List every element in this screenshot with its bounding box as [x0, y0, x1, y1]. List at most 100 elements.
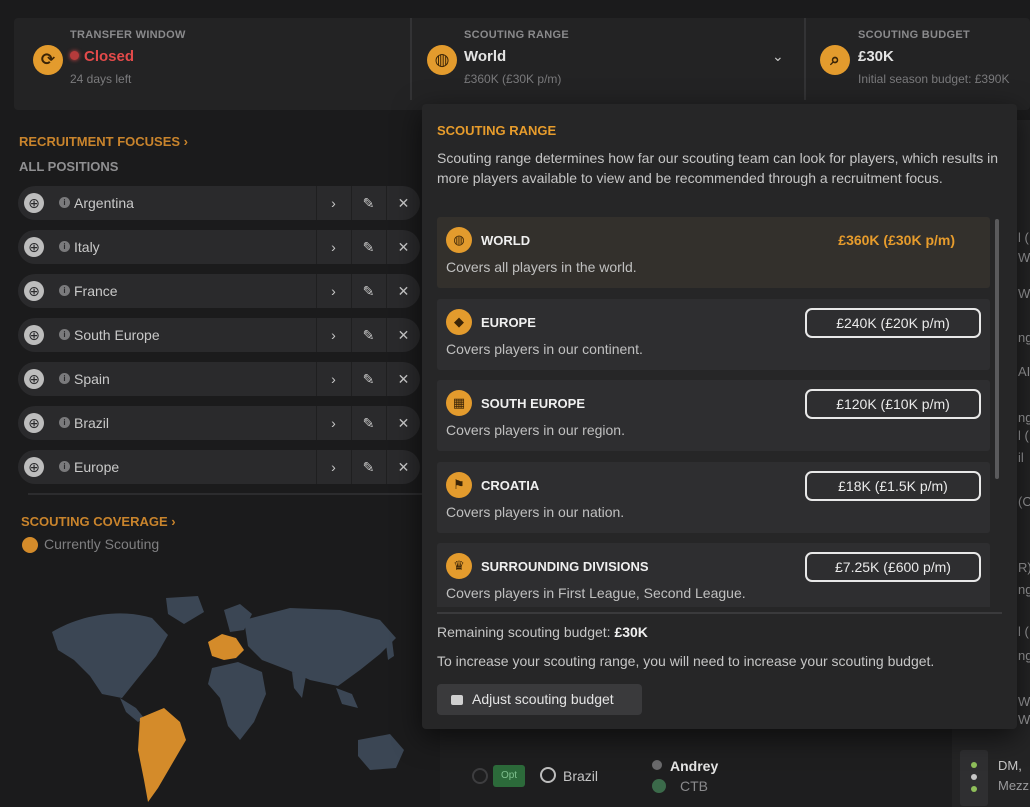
- player-name[interactable]: Andrey: [670, 758, 718, 774]
- transfer-window-status: Closed: [70, 48, 134, 65]
- column-text-fragment: ng: [1018, 330, 1030, 345]
- column-text-fragment: l (: [1018, 230, 1029, 245]
- close-icon[interactable]: ✕: [386, 406, 420, 440]
- chevron-right-icon[interactable]: ›: [316, 274, 350, 308]
- focus-row[interactable]: ⊕ i France › ✎ ✕: [18, 274, 420, 308]
- scouting-range-card[interactable]: ◍ SCOUTING RANGE World £360K (£30K p/m) …: [418, 18, 796, 110]
- recruitment-focuses-link[interactable]: RECRUITMENT FOCUSES ›: [19, 134, 188, 149]
- remaining-budget: Remaining scouting budget: £30K: [437, 624, 648, 640]
- select-range-button[interactable]: £120K (£10K p/m): [805, 389, 981, 419]
- column-text-fragment: (C: [1018, 494, 1030, 509]
- select-range-button[interactable]: £7.25K (£600 p/m): [805, 552, 981, 582]
- formation-icon: [960, 750, 988, 806]
- column-text-fragment: R): [1018, 560, 1030, 575]
- all-positions-label: ALL POSITIONS: [19, 159, 119, 174]
- range-option-card[interactable]: ♛ SURROUNDING DIVISIONS Covers players in …: [437, 543, 990, 607]
- chevron-right-icon[interactable]: ›: [316, 230, 350, 264]
- africa: [208, 662, 266, 740]
- info-icon[interactable]: i: [59, 329, 70, 340]
- focus-row[interactable]: ⊕ i Brazil › ✎ ✕: [18, 406, 420, 440]
- range-options-list[interactable]: ◍ WORLD Covers all players in the world. £3…: [437, 217, 990, 607]
- popup-title: SCOUTING RANGE: [437, 123, 557, 138]
- close-icon[interactable]: ✕: [386, 230, 420, 264]
- range-option-card[interactable]: ▦ SOUTH EUROPE Covers players in our regio…: [437, 380, 990, 451]
- scrollbar[interactable]: [995, 219, 999, 479]
- column-text-fragment: l (: [1018, 624, 1029, 639]
- top-info-bar: ⟳ TRANSFER WINDOW Closed 24 days left ◍ …: [14, 18, 1030, 110]
- north-america: [52, 613, 168, 698]
- popup-divider: [437, 612, 1002, 614]
- southeast-asia: [336, 688, 358, 708]
- focus-row[interactable]: ⊕ i Europe › ✎ ✕: [18, 450, 420, 484]
- pencil-icon[interactable]: ✎: [351, 362, 385, 396]
- close-icon[interactable]: ✕: [386, 450, 420, 484]
- focus-row[interactable]: ⊕ i Argentina › ✎ ✕: [18, 186, 420, 220]
- range-option-name: SURROUNDING DIVISIONS: [481, 559, 649, 574]
- chevron-right-icon[interactable]: ›: [316, 318, 350, 352]
- chevron-right-icon[interactable]: ›: [316, 406, 350, 440]
- adjust-budget-button[interactable]: Adjust scouting budget: [437, 684, 642, 715]
- flag-icon: ⚑: [446, 471, 472, 498]
- chevron-right-icon[interactable]: ›: [316, 450, 350, 484]
- india: [292, 672, 306, 698]
- south-america-scouted: [138, 708, 186, 802]
- column-text-fragment: il: [1018, 450, 1024, 465]
- focus-label: Brazil: [74, 415, 110, 431]
- recruitment-panel: RECRUITMENT FOCUSES › ALL POSITIONS ⊕ i Ar…: [0, 120, 440, 807]
- target-icon: ⊕: [24, 237, 44, 257]
- range-option-card[interactable]: ◆ EUROPE Covers players in our continent. £…: [437, 298, 990, 370]
- select-range-button[interactable]: £240K (£20K p/m): [805, 307, 981, 338]
- range-option-desc: Covers players in our continent.: [446, 340, 643, 357]
- pencil-icon[interactable]: ✎: [351, 274, 385, 308]
- chevron-right-icon[interactable]: ›: [316, 362, 350, 396]
- globe-icon: ◍: [427, 45, 457, 75]
- chevron-down-icon[interactable]: ⌄: [772, 48, 784, 65]
- pencil-icon[interactable]: ✎: [351, 230, 385, 264]
- pencil-icon[interactable]: ✎: [351, 186, 385, 220]
- person-icon: [652, 760, 662, 770]
- transfer-window-card: ⟳ TRANSFER WINDOW Closed 24 days left: [14, 18, 410, 110]
- budget-note: To increase your scouting range, you wil…: [437, 653, 935, 669]
- select-range-button[interactable]: £18K (£1.5K p/m): [805, 470, 981, 501]
- target-icon: ⊕: [24, 369, 44, 389]
- close-icon[interactable]: ✕: [386, 362, 420, 396]
- australia: [358, 734, 404, 770]
- continent-icon: ◆: [446, 308, 472, 335]
- check-icon[interactable]: [472, 768, 488, 784]
- info-icon[interactable]: i: [59, 461, 70, 472]
- focus-row[interactable]: ⊕ i South Europe › ✎ ✕: [18, 318, 420, 352]
- range-option-card[interactable]: ⚑ CROATIA Covers players in our nation. £18…: [437, 461, 990, 533]
- scouting-range-cost: £360K (£30K p/m): [464, 72, 562, 86]
- status-dot-icon: [70, 51, 79, 60]
- focus-label: France: [74, 283, 118, 299]
- info-icon[interactable]: i: [59, 417, 70, 428]
- pencil-icon[interactable]: ✎: [351, 406, 385, 440]
- divider: [28, 493, 424, 495]
- range-option-name: SOUTH EUROPE: [481, 396, 586, 411]
- briefcase-icon: [451, 695, 463, 705]
- close-icon[interactable]: ✕: [386, 274, 420, 308]
- column-text-fragment: W: [1018, 286, 1030, 301]
- legend-dot-icon: [22, 537, 38, 553]
- pencil-icon[interactable]: ✎: [351, 318, 385, 352]
- column-text-fragment: ng: [1018, 648, 1030, 663]
- player-row[interactable]: Opt Brazil Andrey CTB: [470, 752, 950, 802]
- magnifier-icon: ⌕: [820, 45, 850, 75]
- column-text-fragment: l (: [1018, 428, 1029, 443]
- focus-label: Europe: [74, 459, 120, 475]
- greenland: [166, 596, 204, 624]
- info-icon[interactable]: i: [59, 373, 70, 384]
- scouting-coverage-link[interactable]: SCOUTING COVERAGE ›: [21, 514, 176, 529]
- range-option-card[interactable]: ◍ WORLD Covers all players in the world. £3…: [437, 217, 990, 288]
- info-icon[interactable]: i: [59, 197, 70, 208]
- focus-row[interactable]: ⊕ i Spain › ✎ ✕: [18, 362, 420, 396]
- scouting-range-popup: SCOUTING RANGE Scouting range determines…: [422, 104, 1017, 729]
- chevron-right-icon[interactable]: ›: [316, 186, 350, 220]
- close-icon[interactable]: ✕: [386, 186, 420, 220]
- pencil-icon[interactable]: ✎: [351, 450, 385, 484]
- info-icon[interactable]: i: [59, 241, 70, 252]
- close-icon[interactable]: ✕: [386, 318, 420, 352]
- info-icon[interactable]: i: [59, 285, 70, 296]
- focus-label: Italy: [74, 239, 100, 255]
- focus-row[interactable]: ⊕ i Italy › ✎ ✕: [18, 230, 420, 264]
